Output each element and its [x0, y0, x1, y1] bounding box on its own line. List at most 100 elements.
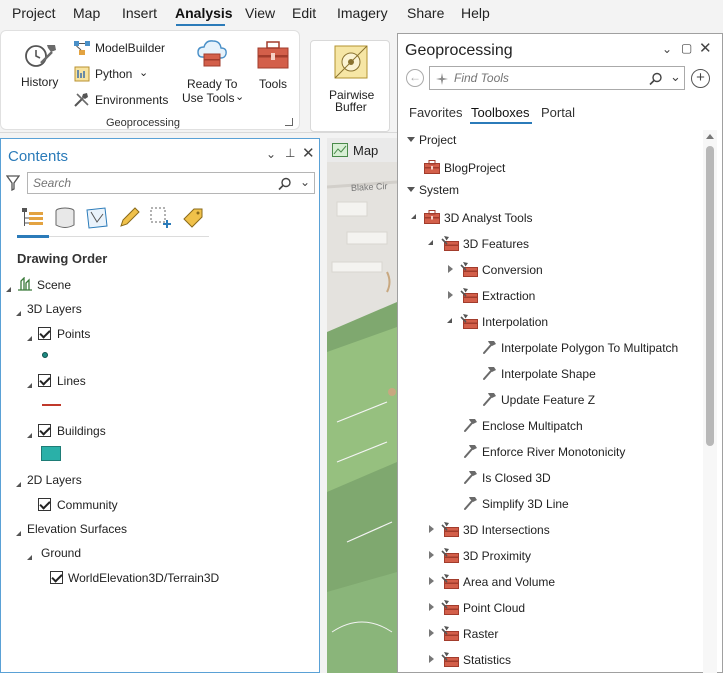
layer-terrain[interactable]: WorldElevation3D/Terrain3D	[68, 571, 219, 585]
tree-interpolation[interactable]: Interpolation	[482, 315, 548, 329]
search-icon[interactable]	[649, 72, 663, 86]
pairwise-buffer-button[interactable]: Pairwise Buffer	[310, 40, 390, 132]
layer-group-3d[interactable]: 3D Layers	[27, 302, 82, 316]
chevron-down-icon[interactable]: ⌄	[670, 69, 681, 85]
snapping-icon[interactable]	[149, 206, 173, 230]
collapse-arrow-icon[interactable]	[407, 137, 415, 142]
collapse-arrow-icon[interactable]	[16, 311, 21, 316]
menu-edit[interactable]: Edit	[292, 5, 316, 21]
expand-arrow-icon[interactable]	[429, 655, 434, 663]
lines-visibility-checkbox[interactable]	[38, 374, 51, 387]
tool-interpolate-polygon[interactable]: Interpolate Polygon To Multipatch	[501, 341, 678, 355]
collapse-arrow-icon[interactable]	[411, 214, 416, 219]
tab-portal[interactable]: Portal	[541, 105, 575, 120]
tree-3d-analyst-tools[interactable]: 3D Analyst Tools	[444, 211, 533, 225]
layer-buildings[interactable]: Buildings	[57, 424, 106, 438]
python-button[interactable]: Python ⌄	[73, 64, 153, 84]
collapse-arrow-icon[interactable]	[16, 482, 21, 487]
points-visibility-checkbox[interactable]	[38, 327, 51, 340]
menu-imagery[interactable]: Imagery	[337, 5, 388, 21]
expand-arrow-icon[interactable]	[429, 551, 434, 559]
pin-icon[interactable]: ⊥	[285, 146, 295, 160]
contents-search[interactable]: ⌄	[27, 172, 315, 194]
collapse-arrow-icon[interactable]	[428, 240, 433, 245]
selection-icon[interactable]	[85, 206, 109, 230]
layer-community[interactable]: Community	[57, 498, 118, 512]
tree-3d-proximity[interactable]: 3D Proximity	[463, 549, 531, 563]
menu-map[interactable]: Map	[73, 5, 100, 21]
buildings-visibility-checkbox[interactable]	[38, 424, 51, 437]
tree-3d-features[interactable]: 3D Features	[463, 237, 529, 251]
expand-arrow-icon[interactable]	[429, 629, 434, 637]
layer-lines[interactable]: Lines	[57, 374, 86, 388]
expand-arrow-icon[interactable]	[448, 265, 453, 273]
elevation-surfaces-group[interactable]: Elevation Surfaces	[27, 522, 127, 536]
ground-surface[interactable]: Ground	[41, 546, 81, 560]
chevron-down-icon[interactable]: ⌄	[662, 42, 672, 56]
close-icon[interactable]: ✕	[699, 39, 712, 57]
collapse-arrow-icon[interactable]	[27, 433, 32, 438]
tree-blogproject[interactable]: BlogProject	[444, 161, 505, 175]
tab-toolboxes[interactable]: Toolboxes	[471, 105, 530, 120]
add-button[interactable]: +	[691, 69, 710, 88]
tree-point-cloud[interactable]: Point Cloud	[463, 601, 525, 615]
tree-area-and-volume[interactable]: Area and Volume	[463, 575, 555, 589]
expand-arrow-icon[interactable]	[429, 525, 434, 533]
maximize-icon[interactable]: ▢	[681, 41, 692, 55]
expand-arrow-icon[interactable]	[429, 603, 434, 611]
scroll-up-icon[interactable]	[706, 134, 714, 139]
collapse-arrow-icon[interactable]	[27, 555, 32, 560]
menu-share[interactable]: Share	[407, 5, 444, 21]
tree-raster[interactable]: Raster	[463, 627, 498, 641]
close-icon[interactable]: ✕	[302, 144, 315, 162]
dialog-launcher-icon[interactable]	[285, 118, 293, 126]
tree-project[interactable]: Project	[419, 133, 456, 147]
search-icon[interactable]	[278, 177, 292, 191]
expand-arrow-icon[interactable]	[448, 291, 453, 299]
tree-statistics[interactable]: Statistics	[463, 653, 511, 667]
find-tools-input[interactable]	[454, 69, 644, 87]
tools-button[interactable]: Tools	[255, 37, 295, 97]
collapse-arrow-icon[interactable]	[407, 187, 415, 192]
find-tools-search[interactable]: ⌄	[429, 66, 685, 90]
tab-favorites[interactable]: Favorites	[409, 105, 462, 120]
tool-enforce-river[interactable]: Enforce River Monotonicity	[482, 445, 625, 459]
community-visibility-checkbox[interactable]	[38, 498, 51, 511]
editing-pencil-icon[interactable]	[117, 206, 141, 230]
expand-arrow-icon[interactable]	[429, 577, 434, 585]
chevron-down-icon[interactable]: ⌄	[300, 175, 310, 189]
chevron-down-icon[interactable]: ⌄	[266, 147, 276, 161]
scene-label[interactable]: Scene	[37, 278, 71, 292]
terrain-visibility-checkbox[interactable]	[50, 571, 63, 584]
contents-search-input[interactable]	[28, 173, 268, 193]
drawing-order-icon[interactable]	[21, 206, 45, 230]
ready-to-use-tools-button[interactable]: Ready To Use Tools ⌄	[179, 37, 245, 109]
collapse-arrow-icon[interactable]	[6, 287, 11, 292]
tool-is-closed-3d[interactable]: Is Closed 3D	[482, 471, 551, 485]
labeling-icon[interactable]	[181, 206, 205, 230]
layer-points[interactable]: Points	[57, 327, 90, 341]
tool-update-feature-z[interactable]: Update Feature Z	[501, 393, 595, 407]
collapse-arrow-icon[interactable]	[16, 531, 21, 536]
filter-icon[interactable]	[6, 175, 20, 191]
collapse-arrow-icon[interactable]	[27, 336, 32, 341]
back-button[interactable]: ←	[406, 69, 424, 87]
tree-3d-intersections[interactable]: 3D Intersections	[463, 523, 550, 537]
tool-simplify-3d-line[interactable]: Simplify 3D Line	[482, 497, 569, 511]
menu-insert[interactable]: Insert	[122, 5, 157, 21]
tree-system[interactable]: System	[419, 183, 459, 197]
menu-project[interactable]: Project	[12, 5, 56, 21]
tool-interpolate-shape[interactable]: Interpolate Shape	[501, 367, 596, 381]
history-button[interactable]: History	[17, 37, 63, 95]
modelbuilder-button[interactable]: ModelBuilder	[73, 38, 173, 58]
scrollbar-thumb[interactable]	[706, 146, 714, 446]
data-source-icon[interactable]	[53, 206, 77, 230]
tree-conversion[interactable]: Conversion	[482, 263, 543, 277]
layer-group-2d[interactable]: 2D Layers	[27, 473, 82, 487]
environments-button[interactable]: Environments	[73, 90, 173, 110]
tool-enclose-multipatch[interactable]: Enclose Multipatch	[482, 419, 583, 433]
map-tab[interactable]: Map	[327, 138, 399, 162]
menu-analysis[interactable]: Analysis	[175, 5, 233, 21]
menu-help[interactable]: Help	[461, 5, 490, 21]
collapse-arrow-icon[interactable]	[27, 383, 32, 388]
